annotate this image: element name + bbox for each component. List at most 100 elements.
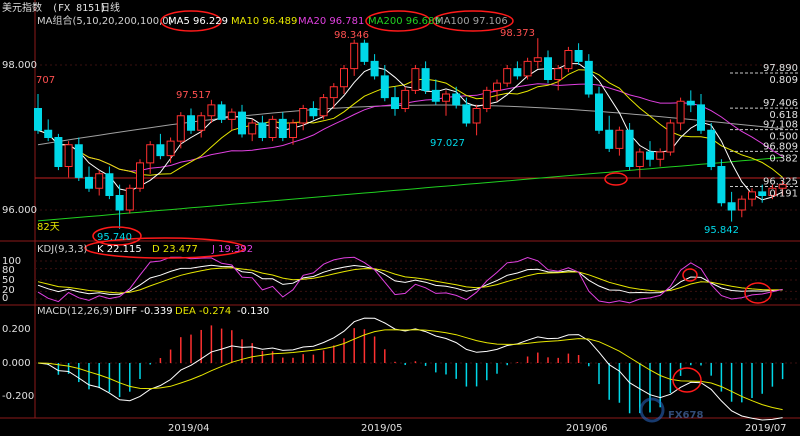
date-2019-06: 2019/06 — [566, 423, 608, 434]
macd-legend-item-0: MACD(12,26,9) — [37, 306, 113, 317]
macd-legend-item-3: -0.130 — [237, 306, 269, 317]
candle-body — [401, 89, 410, 109]
candle-body — [544, 57, 552, 80]
label-hi-may: 98.346 — [334, 30, 369, 41]
candle-body — [615, 129, 624, 149]
candle-body — [197, 115, 206, 131]
candle-body — [166, 140, 175, 157]
macd-bars — [47, 325, 784, 414]
candle-body — [595, 93, 603, 131]
candle-body — [574, 50, 583, 62]
candle-body — [493, 82, 501, 91]
candle-body — [278, 118, 287, 138]
candle-body — [391, 97, 399, 109]
fib-label-2: 97.406 — [763, 98, 798, 109]
label-lo-mar: 95.740 — [97, 232, 132, 243]
candle-body — [115, 195, 124, 211]
candle-body — [564, 50, 573, 70]
label-hi-apr: 97.517 — [176, 90, 211, 101]
candle-body — [217, 104, 226, 120]
candle-body — [686, 100, 695, 106]
ma-legend-item-4: MA200 96.689 — [368, 16, 441, 27]
watermark-text: FX678 — [668, 410, 703, 421]
candle-body — [54, 137, 63, 167]
kdj-tick-0: 0 — [2, 293, 8, 304]
candle-body — [482, 89, 491, 109]
candle-body — [676, 100, 685, 124]
macd-tick-neg: -0.200 — [2, 391, 34, 402]
price-tick-96: 96.000 — [2, 205, 37, 216]
macd-legend: MACD(12,26,9) DIFF -0.339 DEA -0.274 -0.130 — [37, 306, 269, 317]
candle-body — [421, 68, 430, 91]
candle-body — [748, 191, 756, 200]
candle-body — [95, 173, 104, 189]
fib-labels: 97.8900.80997.4060.61897.1080.50096.8090… — [763, 63, 798, 199]
fib-label-8: 96.325 — [763, 176, 798, 187]
candle-body — [584, 60, 593, 95]
fib-label-9: 0.191 — [769, 188, 798, 199]
candle-body — [156, 144, 165, 157]
candle-body — [411, 68, 420, 91]
candle-body — [187, 115, 195, 131]
ma200-line — [37, 156, 783, 222]
candle-body — [299, 108, 308, 124]
candle-body — [289, 122, 297, 138]
candle-body — [125, 187, 134, 211]
candle-body — [319, 97, 328, 117]
kdj-legend-item-1: K 22.115 — [97, 244, 142, 255]
label-lo-may: 97.027 — [430, 138, 465, 149]
candle-body — [34, 108, 42, 131]
ma-legend-item-0: MA组合(5,10,20,200,100,0) — [37, 14, 173, 27]
candle-body — [472, 108, 481, 124]
candle-body — [207, 104, 216, 117]
ma-legend: MA组合(5,10,20,200,100,0)MA5 96.229 MA10 96… — [37, 14, 508, 27]
kdj-legend-item-0: KDJ(9,3,3) — [37, 244, 88, 255]
ellipse-kdj-cross — [682, 268, 698, 282]
date-2019-04: 2019/04 — [168, 423, 210, 434]
ellipse-ma-cross — [604, 172, 628, 186]
date-2019-07: 2019/07 — [745, 423, 787, 434]
candles — [34, 38, 787, 229]
price-tick-98: 98.000 — [2, 60, 37, 71]
period-label: 日线 — [100, 1, 120, 14]
ma-legend-item-3: MA20 96.781 — [298, 16, 364, 27]
candle-body — [340, 68, 348, 88]
window-title: 美元指数 — [2, 1, 42, 14]
candle-body — [44, 129, 53, 138]
kdj-legend: KDJ(9,3,3) K 22.115 D 23.477 J 19.392 — [37, 244, 253, 255]
fib-label-0: 97.890 — [763, 63, 798, 74]
chart-svg: 美元指数 (FX 8151) 日线 MA组合(5,10,20,200,100,0… — [0, 0, 800, 434]
candle-body — [105, 173, 114, 196]
candle-body — [74, 144, 83, 178]
candle-body — [136, 162, 144, 189]
fib-label-7: 0.382 — [769, 153, 798, 164]
instrument-code: (FX 8151) — [52, 3, 106, 14]
candle-body — [380, 75, 389, 99]
candle-body — [248, 122, 257, 135]
label-days: 82天 — [37, 222, 60, 233]
candle-body — [268, 118, 277, 138]
candle-body — [513, 68, 522, 77]
candle-body — [238, 111, 246, 135]
candle-body — [85, 176, 93, 189]
candle-body — [452, 93, 461, 106]
kdj-legend-item-2: D 23.477 — [152, 244, 198, 255]
candle-body — [707, 129, 716, 167]
ma-legend-item-1: MA5 96.229 — [168, 16, 228, 27]
candle-body — [605, 129, 614, 149]
macd-legend-item-1: DIFF -0.339 — [115, 306, 173, 317]
macd-tick-zero: 0.000 — [2, 358, 31, 369]
candle-body — [176, 115, 185, 142]
candle-body — [554, 68, 563, 80]
macd-legend-item-2: DEA -0.274 — [175, 306, 231, 317]
candle-body — [656, 151, 665, 160]
macd-tick-pos: 0.200 — [2, 324, 31, 335]
fib-label-1: 0.809 — [769, 75, 798, 86]
candle-body — [350, 42, 359, 70]
candle-body — [727, 202, 736, 211]
candle-body — [717, 166, 726, 204]
candle-body — [360, 42, 369, 62]
candle-body — [646, 151, 654, 160]
candle-body — [635, 151, 644, 167]
fib-label-4: 97.108 — [763, 120, 798, 131]
